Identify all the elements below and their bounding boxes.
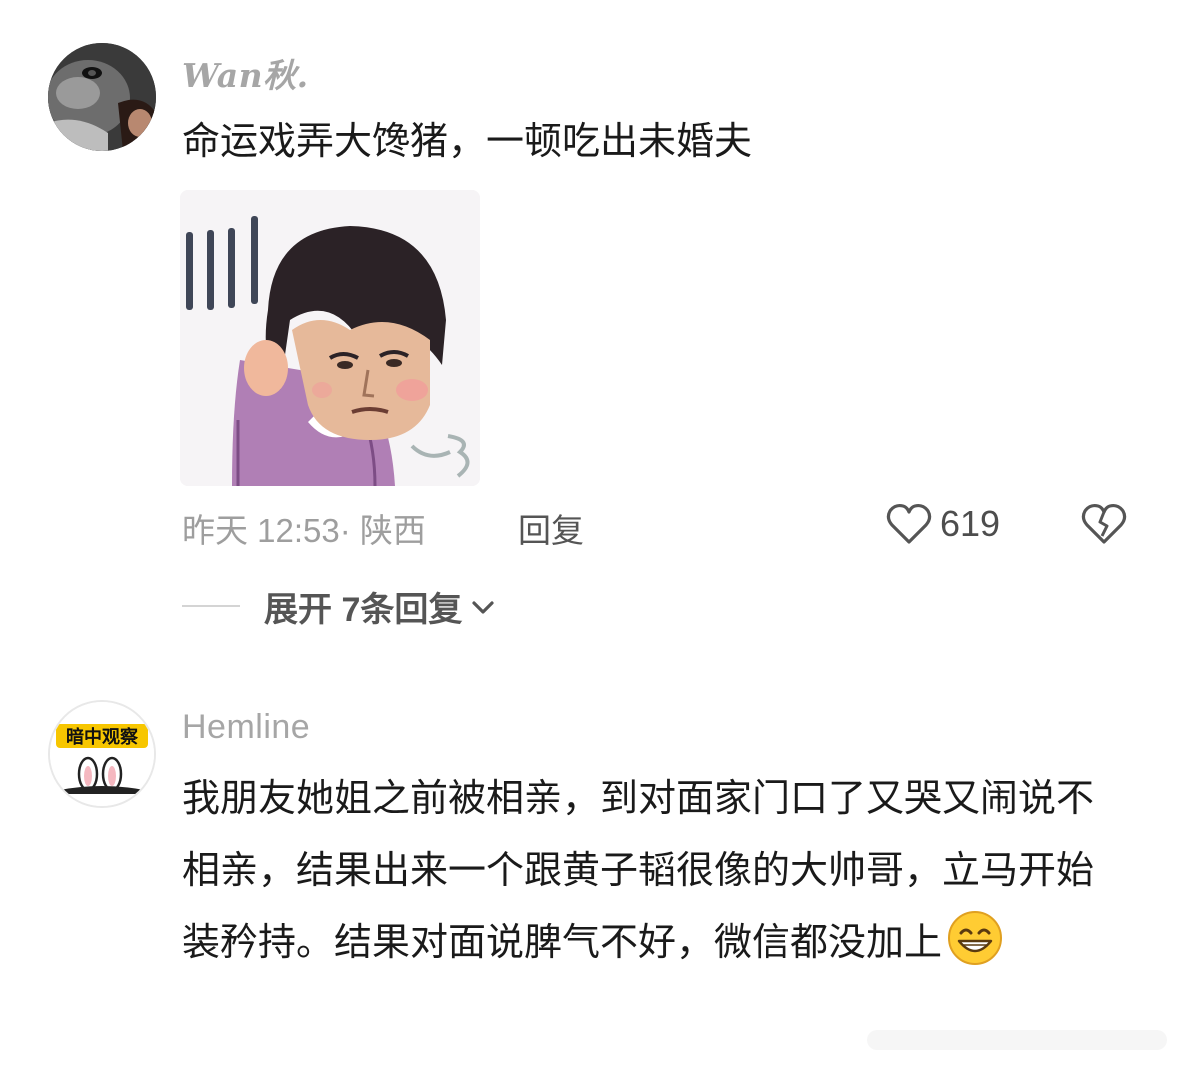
timestamp-location: 昨天 12:53· 陕西: [182, 512, 426, 549]
divider-line: [182, 605, 240, 607]
username[interactable]: Wan秋.: [182, 49, 309, 97]
comment-item: 暗中观察 Hemline 我朋友她姐之前被相亲，到对面家门口了又哭又闹说不相亲，…: [0, 690, 1179, 1068]
comment-item: Wan秋. 命运戏弄大馋猪，一顿吃出未婚夫 昨天 12:53· 陕西 回复 61…: [0, 0, 1179, 660]
grinning-emoji-icon: [948, 911, 1003, 965]
user-avatar[interactable]: [48, 43, 156, 151]
user-avatar[interactable]: 暗中观察: [48, 700, 156, 808]
chevron-down-icon: [472, 601, 494, 614]
broken-heart-icon: [1081, 503, 1127, 544]
sticker-cartoon-illustration: [180, 190, 480, 486]
expand-replies-button[interactable]: 展开 7条回复: [182, 586, 496, 629]
comment-meta-row: 昨天 12:53· 陕西 回复 619: [182, 502, 1142, 549]
dislike-button[interactable]: [1080, 502, 1128, 546]
cat-photo-avatar: [48, 43, 156, 151]
username[interactable]: Hemline: [182, 708, 310, 747]
watermark-logo: [867, 1030, 1167, 1050]
reply-button[interactable]: 回复: [518, 504, 584, 552]
peeking-rabbit-avatar: 暗中观察: [50, 702, 154, 806]
avatar-caption: 暗中观察: [66, 726, 139, 748]
comment-text: 我朋友她姐之前被相亲，到对面家门口了又哭又闹说不相亲，结果出来一个跟黄子韬很像的…: [182, 762, 1122, 978]
like-button[interactable]: 619: [886, 502, 1000, 546]
comment-text: 命运戏弄大馋猪，一顿吃出未婚夫: [182, 119, 753, 163]
expand-replies-label: 展开 7条回复: [264, 590, 463, 629]
like-count: 619: [940, 503, 1001, 544]
sticker-image[interactable]: [180, 190, 480, 486]
heart-outline-icon: [886, 503, 932, 544]
